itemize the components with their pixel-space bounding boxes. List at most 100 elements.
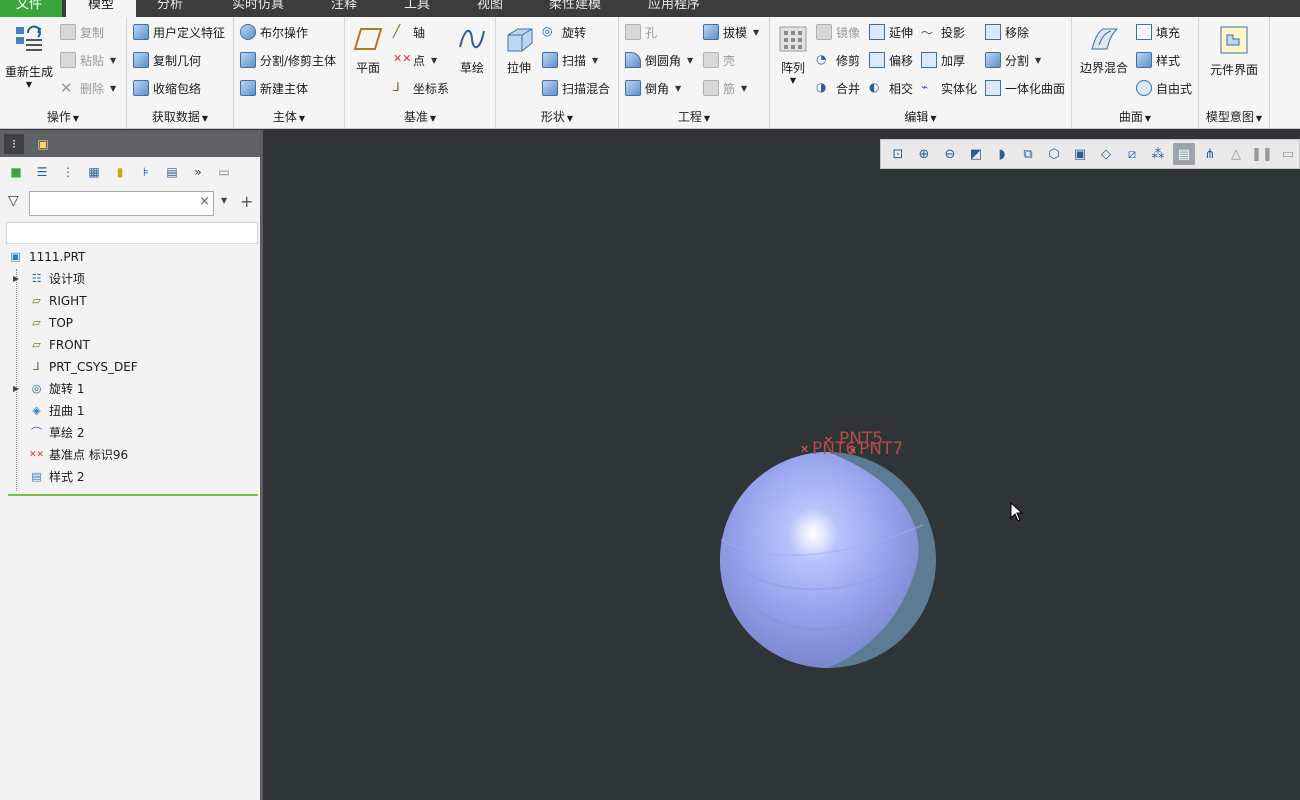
- chevron-down-icon[interactable]: ▼: [221, 196, 227, 205]
- datum-csys-button[interactable]: ⅃ 坐标系: [393, 77, 449, 99]
- insert-indicator[interactable]: [8, 494, 258, 496]
- expand-icon[interactable]: ▶: [13, 378, 19, 400]
- mirror-button[interactable]: 镜像: [816, 21, 860, 43]
- tab-tools[interactable]: 工具: [404, 0, 430, 17]
- filter-icon[interactable]: ▽: [8, 193, 19, 209]
- udf-button[interactable]: 用户定义特征: [133, 21, 225, 43]
- sweep-button[interactable]: 扫描 ▼: [542, 49, 598, 71]
- tree-node-datum-point[interactable]: ✕✕ 基准点 标识96: [0, 444, 260, 466]
- tree-node-csys[interactable]: ⅃ PRT_CSYS_DEF: [0, 356, 260, 378]
- show-tree-icon[interactable]: ⋮: [58, 162, 78, 182]
- swept-blend-button[interactable]: 扫描混合: [542, 77, 610, 99]
- datum-point-button[interactable]: ✕✕ 点 ▼: [393, 49, 437, 71]
- model-tree-tab[interactable]: ⁝: [4, 134, 24, 154]
- thicken-button[interactable]: 加厚: [921, 49, 965, 71]
- tab-simulation[interactable]: 实时仿真: [232, 0, 284, 17]
- display-style-icon[interactable]: ◗: [991, 143, 1013, 165]
- regenerate-button[interactable]: 重新生成 ▼: [2, 23, 56, 89]
- bookmark-icon[interactable]: ▮: [110, 162, 130, 182]
- pause-icon[interactable]: ❚❚: [1251, 143, 1273, 165]
- freestyle-button[interactable]: 自由式: [1136, 77, 1192, 99]
- appearance-icon[interactable]: △: [1225, 143, 1247, 165]
- notes-icon[interactable]: ▭: [214, 162, 234, 182]
- copy-geometry-button[interactable]: 复制几何: [133, 49, 201, 71]
- copy-button[interactable]: 复制: [60, 21, 104, 43]
- draft-button[interactable]: 拔模 ▼: [703, 21, 759, 43]
- datum-plane-display-icon[interactable]: ⧄: [1121, 143, 1143, 165]
- tree-node-style[interactable]: ▤ 样式 2: [0, 466, 260, 488]
- pattern-button[interactable]: 阵列 ▼: [776, 25, 810, 85]
- new-body-button[interactable]: 新建主体: [240, 77, 308, 99]
- component-interface-button[interactable]: 元件界面: [1205, 25, 1263, 78]
- tree-node-front[interactable]: ▱ FRONT: [0, 334, 260, 356]
- folder-browser-tab[interactable]: ▣: [33, 134, 53, 154]
- tab-view[interactable]: 视图: [477, 0, 503, 17]
- split-button[interactable]: 分割 ▼: [985, 49, 1041, 71]
- tree-node-revolve[interactable]: ▶ ◎ 旋转 1: [0, 378, 260, 400]
- saved-orientations-icon[interactable]: ⧉: [1017, 143, 1039, 165]
- animation-icon[interactable]: ▭: [1277, 143, 1299, 165]
- shell-button[interactable]: 壳: [703, 49, 735, 71]
- repaint-icon[interactable]: ◩: [965, 143, 987, 165]
- extend-button[interactable]: 延伸: [869, 21, 913, 43]
- datum-plane-button[interactable]: 平面: [351, 25, 385, 76]
- tree-node-right[interactable]: ▱ RIGHT: [0, 290, 260, 312]
- tree-node-design-items[interactable]: ▶ ☷ 设计项: [0, 268, 260, 290]
- tree-filter-icon[interactable]: ⊧: [136, 162, 156, 182]
- style-button[interactable]: 样式: [1136, 49, 1180, 71]
- offset-button[interactable]: 偏移: [869, 49, 913, 71]
- round-button[interactable]: 倒圆角 ▼: [625, 49, 693, 71]
- extrude-button[interactable]: 拉伸: [502, 25, 536, 76]
- revolve-button[interactable]: ◎ 旋转: [542, 21, 586, 43]
- tree-node-top[interactable]: ▱ TOP: [0, 312, 260, 334]
- remove-button[interactable]: 移除: [985, 21, 1029, 43]
- unify-surfaces-button[interactable]: 一体化曲面: [985, 77, 1065, 99]
- tree-search-input[interactable]: [29, 191, 214, 216]
- tab-flexible-modeling[interactable]: 柔性建模: [549, 0, 601, 17]
- sketch-button[interactable]: 草绘: [455, 25, 489, 76]
- paste-button[interactable]: 粘贴 ▼: [60, 49, 116, 71]
- datum-point-marker[interactable]: ✕: [800, 443, 809, 456]
- shrinkwrap-button[interactable]: 收缩包络: [133, 77, 201, 99]
- trim-button[interactable]: ◔ 修剪: [816, 49, 860, 71]
- boolean-button[interactable]: 布尔操作: [240, 21, 308, 43]
- boundary-blend-button[interactable]: 边界混合: [1078, 25, 1130, 76]
- graphics-window[interactable]: ✕ ✕ ✕ PNT5 PNT6 PNT7: [266, 130, 1300, 800]
- spin-center-icon[interactable]: ⋔: [1199, 143, 1221, 165]
- tree-node-warp[interactable]: ◈ 扭曲 1: [0, 400, 260, 422]
- zoom-out-icon[interactable]: ⊖: [939, 143, 961, 165]
- project-button[interactable]: 〜投影: [921, 21, 965, 43]
- more-icon[interactable]: »: [188, 162, 208, 182]
- hole-button[interactable]: 孔: [625, 21, 657, 43]
- tree-columns-icon[interactable]: ▤: [162, 162, 182, 182]
- tab-annotate[interactable]: 注释: [331, 0, 357, 17]
- merge-button[interactable]: ◑ 合并: [816, 77, 860, 99]
- zoom-in-icon[interactable]: ⊕: [913, 143, 935, 165]
- part-icon[interactable]: ■: [6, 162, 26, 182]
- refit-icon[interactable]: ⊡: [887, 143, 909, 165]
- tab-model[interactable]: 模型: [66, 0, 136, 17]
- tree-settings-icon[interactable]: ☰: [32, 162, 52, 182]
- rib-button[interactable]: 筋 ▼: [703, 77, 747, 99]
- split-trim-body-button[interactable]: 分割/修剪主体: [240, 49, 336, 71]
- tab-analysis[interactable]: 分析: [157, 0, 183, 17]
- tree-node-sketch[interactable]: ⌒ 草绘 2: [0, 422, 260, 444]
- fill-button[interactable]: 填充: [1136, 21, 1180, 43]
- layer-tree-icon[interactable]: ▦: [84, 162, 104, 182]
- expand-icon[interactable]: ▶: [13, 268, 19, 290]
- tab-applications[interactable]: 应用程序: [648, 0, 700, 17]
- annotation-display-icon[interactable]: ▤: [1173, 143, 1195, 165]
- perspective-view-icon[interactable]: ▣: [1069, 143, 1091, 165]
- datum-display-filters-icon[interactable]: ⁂: [1147, 143, 1169, 165]
- intersect-button[interactable]: ◐ 相交: [869, 77, 913, 99]
- add-icon[interactable]: +: [240, 192, 253, 211]
- solidify-button[interactable]: ⌁ 实体化: [921, 77, 977, 99]
- clear-search-icon[interactable]: ×: [199, 194, 210, 209]
- section-icon[interactable]: ◇: [1095, 143, 1117, 165]
- tab-file[interactable]: 文件: [0, 0, 62, 17]
- datum-axis-button[interactable]: ╱ 轴: [393, 21, 425, 43]
- tree-node-root[interactable]: ▣ 1111.PRT: [0, 246, 260, 268]
- delete-button[interactable]: ✕ 删除 ▼: [60, 77, 116, 99]
- chamfer-button[interactable]: 倒角 ▼: [625, 77, 681, 99]
- sphere-model[interactable]: [718, 450, 958, 690]
